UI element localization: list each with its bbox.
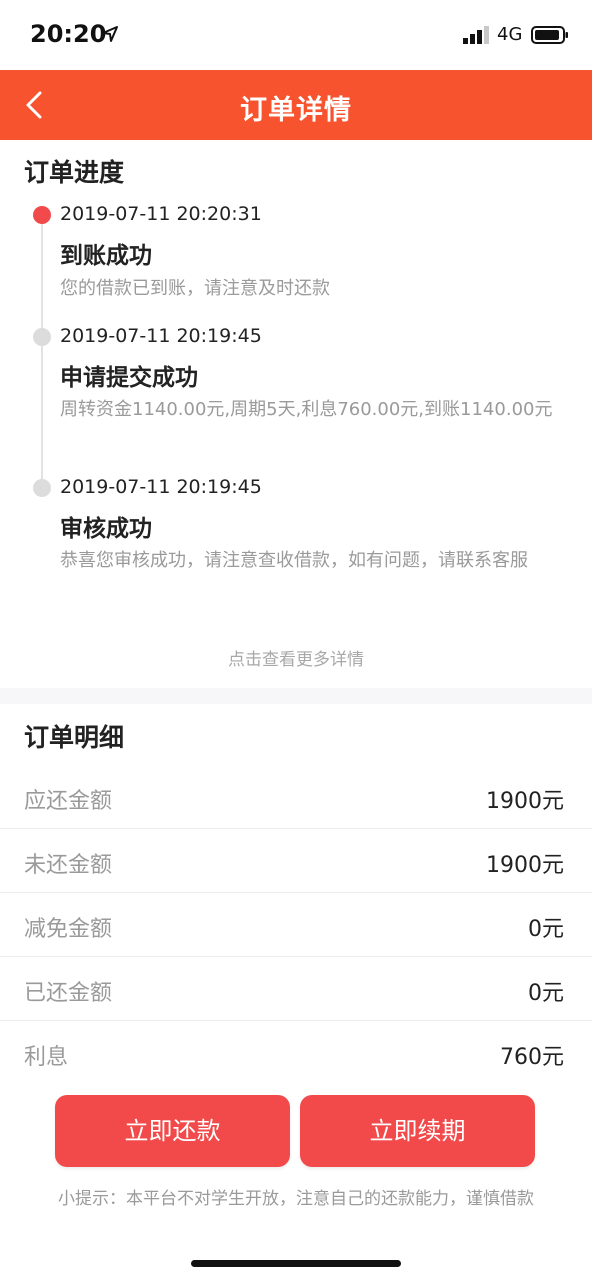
detail-row-amount-due: 应还金额 1900元 xyxy=(0,765,592,829)
event-desc: 恭喜您审核成功，请注意查收借款，如有问题，请联系客服 xyxy=(60,550,528,571)
row-value: 1900元 xyxy=(486,789,564,814)
event-time: 2019-07-11 20:19:45 xyxy=(60,325,262,347)
renew-now-button[interactable]: 立即续期 xyxy=(300,1095,535,1167)
row-label: 未还金额 xyxy=(24,853,113,878)
order-progress-title: 订单进度 xyxy=(24,158,125,187)
timeline-dot xyxy=(33,328,51,346)
timeline-dot xyxy=(33,479,51,497)
event-desc: 周转资金1140.00元,周期5天,利息760.00元,到账1140.00元 xyxy=(60,399,553,420)
row-value: 0元 xyxy=(528,981,564,1006)
row-value: 0元 xyxy=(528,917,564,942)
status-time: 20:20 xyxy=(30,20,107,48)
network-type: 4G xyxy=(497,24,523,45)
location-arrow-icon xyxy=(102,26,118,42)
row-label: 已还金额 xyxy=(24,981,113,1006)
event-time: 2019-07-11 20:20:31 xyxy=(60,203,262,225)
timeline-line xyxy=(41,216,43,486)
detail-row-interest: 利息 760元 xyxy=(0,1021,592,1085)
home-indicator xyxy=(191,1260,401,1267)
signal-bars-icon xyxy=(463,26,489,44)
row-value: 760元 xyxy=(500,1045,564,1070)
timeline-dot-active xyxy=(33,206,51,224)
order-detail-title: 订单明细 xyxy=(24,723,125,752)
status-bar: 20:20 4G xyxy=(0,0,592,70)
row-value: 1900元 xyxy=(486,853,564,878)
row-label: 应还金额 xyxy=(24,789,113,814)
event-title: 到账成功 xyxy=(60,243,152,269)
event-desc: 您的借款已到账，请注意及时还款 xyxy=(60,278,330,299)
more-details-link[interactable]: 点击查看更多详情 xyxy=(0,645,592,670)
nav-bar: 订单详情 xyxy=(0,70,592,140)
tip-text: 小提示：本平台不对学生开放，注意自己的还款能力，谨慎借款 xyxy=(58,1189,534,1209)
detail-row-waived: 减免金额 0元 xyxy=(0,893,592,957)
event-time: 2019-07-11 20:19:45 xyxy=(60,476,262,498)
row-label: 利息 xyxy=(24,1045,69,1070)
battery-icon xyxy=(531,26,568,44)
repay-now-button[interactable]: 立即还款 xyxy=(55,1095,290,1167)
page-title: 订单详情 xyxy=(240,95,352,126)
event-title: 申请提交成功 xyxy=(60,365,198,391)
detail-row-paid: 已还金额 0元 xyxy=(0,957,592,1021)
detail-row-unpaid: 未还金额 1900元 xyxy=(0,829,592,893)
row-label: 减免金额 xyxy=(24,917,113,942)
event-title: 审核成功 xyxy=(60,516,152,542)
